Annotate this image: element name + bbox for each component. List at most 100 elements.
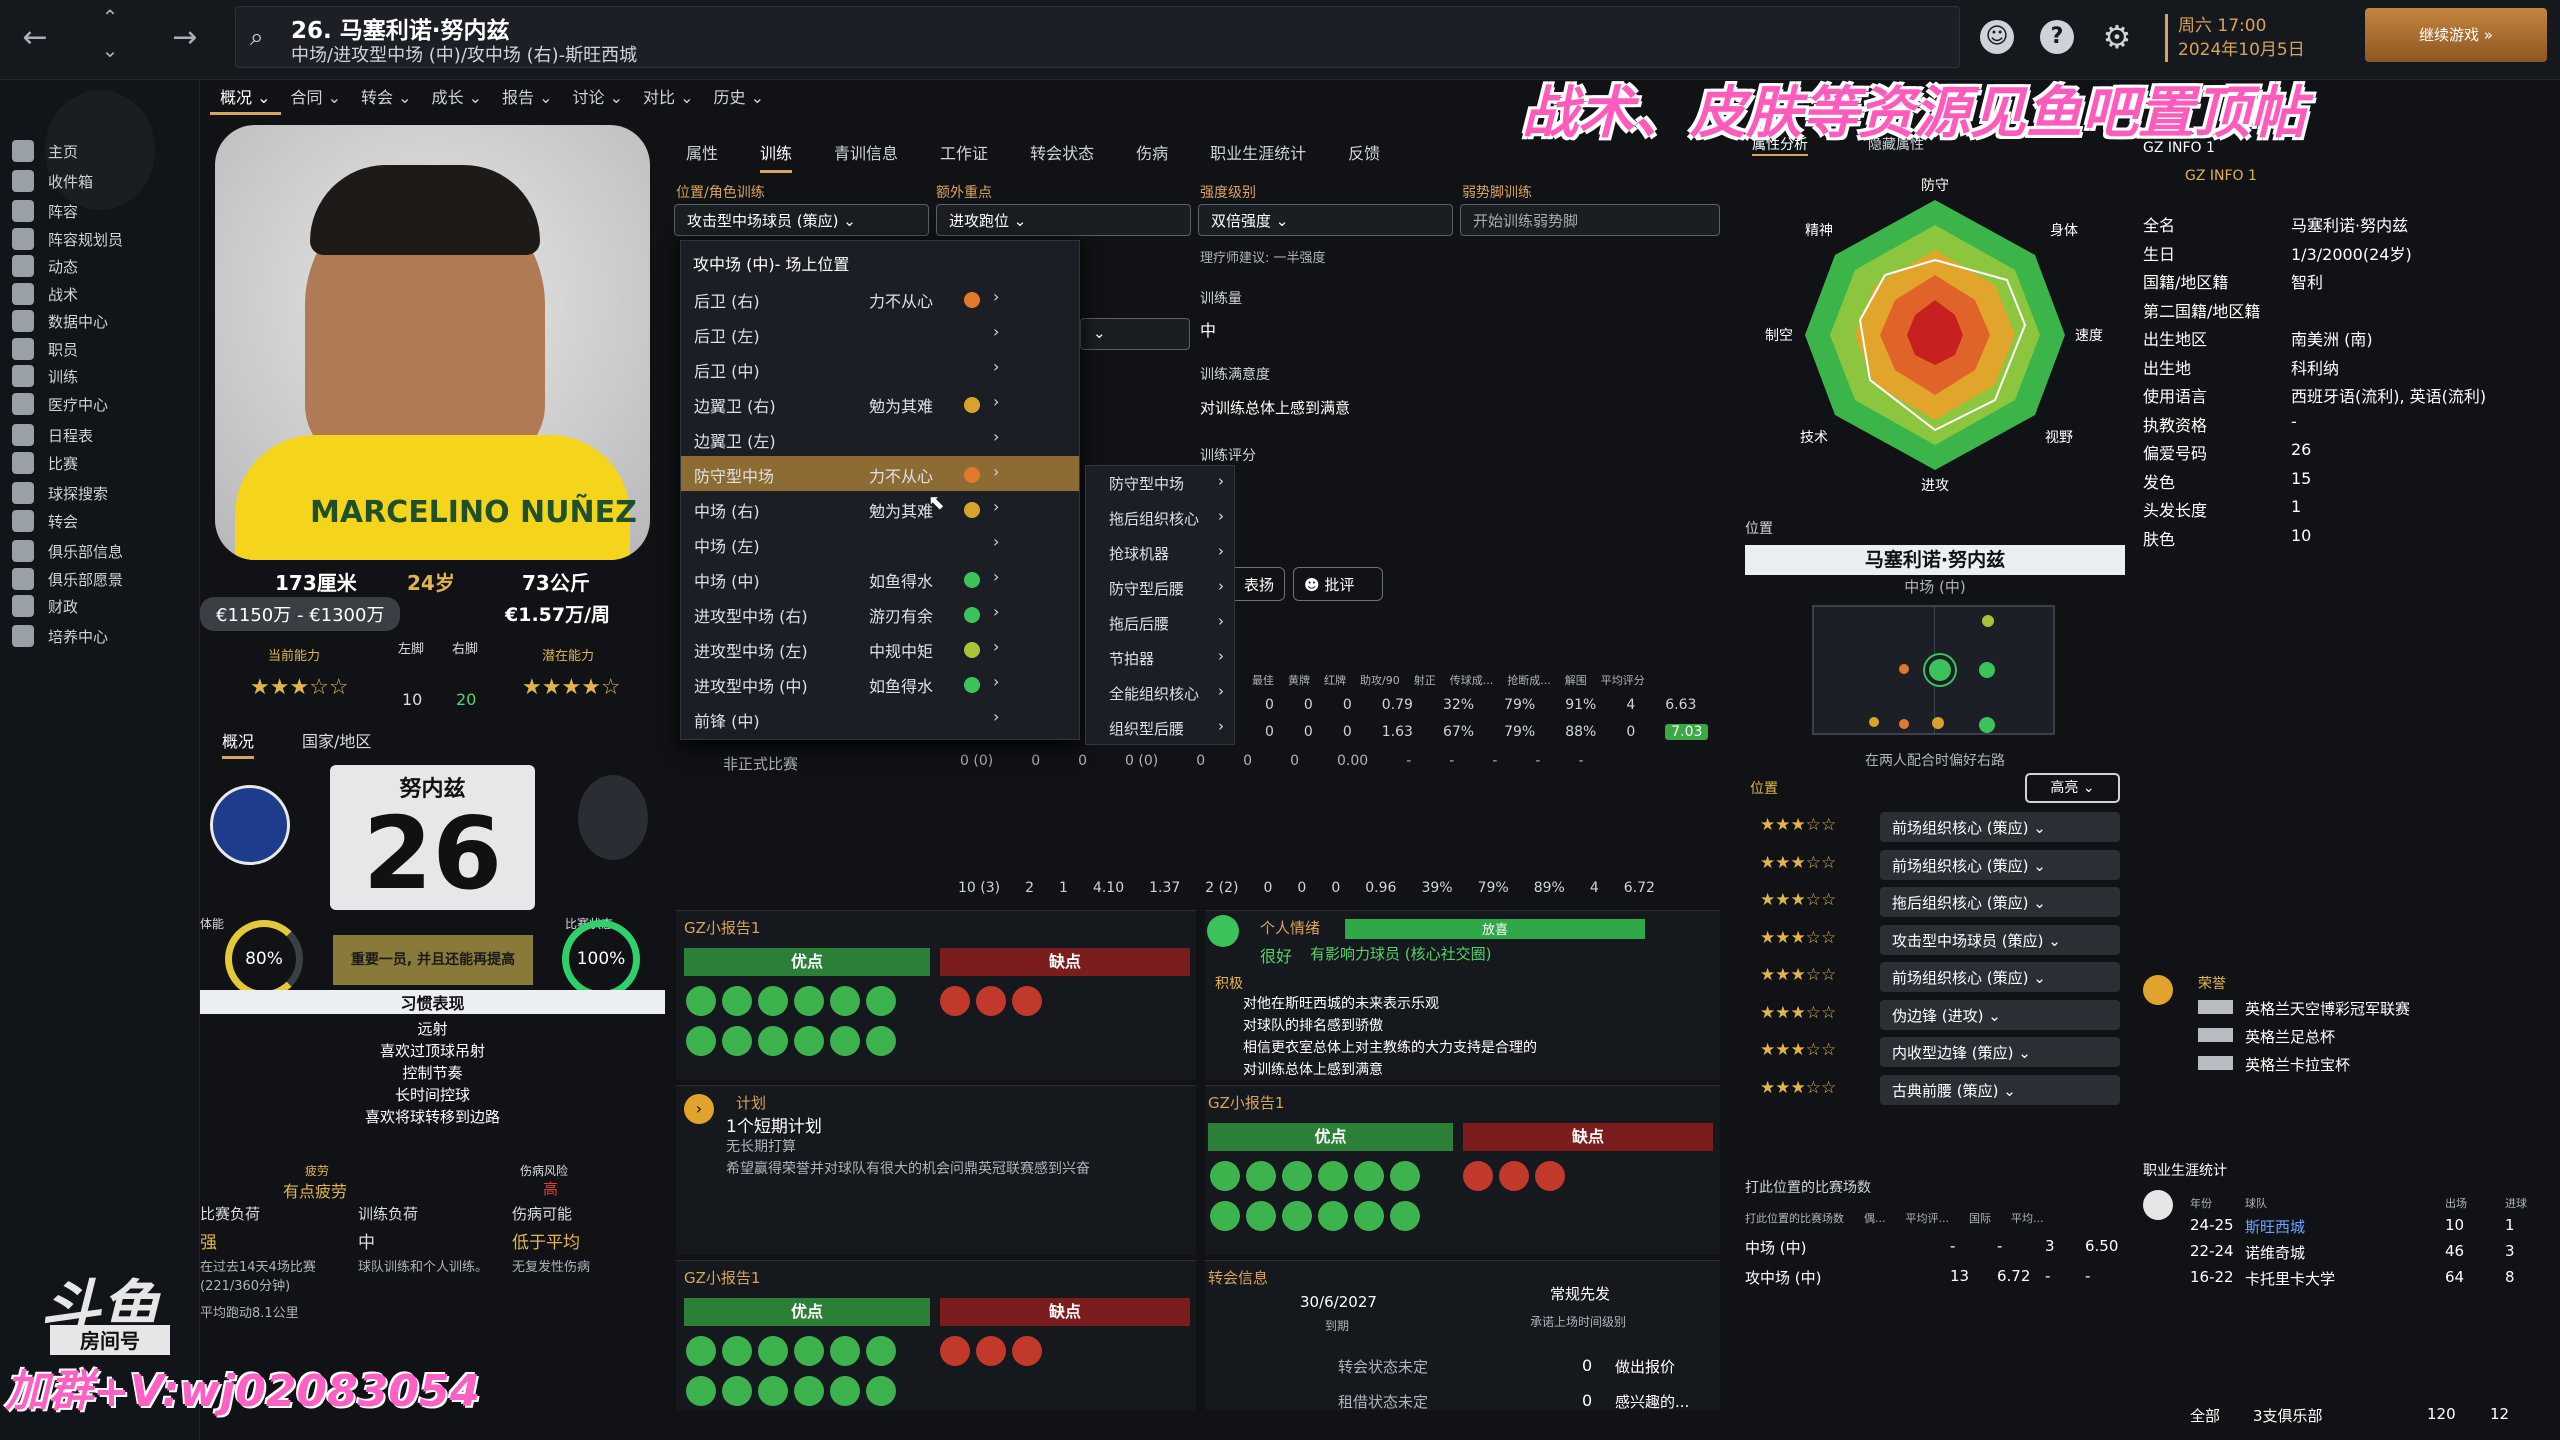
- role-submenu[interactable]: 防守型中场 › 拖后组织核心 › 抢球机器 › 防守型后腰 › 拖后后腰 › 节拍器 › 全能组织核心 ›…: [1085, 465, 1235, 745]
- dropdown-item[interactable]: 后卫 (左) ›: [681, 316, 1079, 351]
- sidebar-item[interactable]: 培养中心: [12, 618, 197, 654]
- report-2-title[interactable]: GZ小报告1: [1208, 1092, 1284, 1113]
- brain-icon[interactable]: ☺: [1980, 20, 2014, 54]
- dropdown-item[interactable]: 边翼卫 (左) ›: [681, 421, 1079, 456]
- gzinfo-sub[interactable]: GZ INFO 1: [2185, 168, 2257, 184]
- plan-title[interactable]: 计划: [736, 1092, 766, 1113]
- menu-item[interactable]: 历史 ⌄: [704, 80, 775, 112]
- dropdown-item[interactable]: 后卫 (右) 力不从心 ›: [681, 281, 1079, 316]
- subtab-item[interactable]: 属性: [686, 140, 718, 164]
- menu-item[interactable]: 转会 ⌄: [351, 80, 422, 112]
- intensity-select[interactable]: 双倍强度 ⌄: [1198, 204, 1453, 236]
- role-note: 重要一员, 并且还能再提高: [333, 935, 533, 985]
- back-arrow-icon[interactable]: ←: [15, 20, 55, 55]
- load-select[interactable]: ⌄: [1080, 318, 1190, 350]
- tab-nation[interactable]: 国家/地区: [302, 728, 371, 752]
- highlight-select[interactable]: 高亮 ⌄: [2025, 773, 2120, 803]
- menu-item[interactable]: 讨论 ⌄: [563, 80, 634, 112]
- dropdown-item[interactable]: 防守型中场 力不从心 ›: [681, 456, 1079, 491]
- dropdown-item[interactable]: 中场 (中) 如鱼得水 ›: [681, 561, 1079, 596]
- tired-label: 疲劳: [305, 1164, 330, 1178]
- submenu-item[interactable]: 防守型后腰 ›: [1086, 571, 1234, 606]
- subtab-item[interactable]: 转会状态: [1030, 140, 1094, 164]
- subtab-item[interactable]: 伤病: [1136, 140, 1168, 164]
- role-row[interactable]: ★★★☆☆ 前场组织核心 (策应) ⌄: [1745, 812, 2125, 842]
- submenu-item[interactable]: 全能组织核心 ›: [1086, 676, 1234, 711]
- subtab-item[interactable]: 青训信息: [834, 140, 898, 164]
- menu-item[interactable]: 概况 ⌄: [210, 80, 281, 115]
- sidebar-item-icon: [12, 625, 34, 647]
- submenu-item[interactable]: 拖后后腰 ›: [1086, 606, 1234, 641]
- friendly-row: 0 (0) 0 0 0 (0) 0 0 0 0.00 - - - - -: [960, 753, 1720, 769]
- role-select[interactable]: 前场组织核心 (策应) ⌄: [1880, 962, 2120, 992]
- dropdown-item[interactable]: 前锋 (中) ›: [681, 701, 1079, 736]
- report-3-title[interactable]: GZ小报告1: [684, 1267, 760, 1288]
- role-select[interactable]: 拖后组织核心 (策应) ⌄: [1880, 887, 2120, 917]
- role-select[interactable]: 攻击型中场球员 (策应) ⌄: [1880, 924, 2120, 955]
- pitch-diagram: [1812, 605, 2055, 735]
- position-dropdown[interactable]: 攻中场 (中)- 场上位置 后卫 (右) 力不从心 › 后卫 (左) › 后卫 (中) › 边…: [680, 240, 1080, 740]
- chevron-up-icon[interactable]: ⌃: [90, 5, 130, 29]
- dropdown-item[interactable]: 进攻型中场 (左) 中规中矩 ›: [681, 631, 1079, 666]
- subtab-item[interactable]: 工作证: [940, 140, 988, 164]
- dropdown-item[interactable]: 进攻型中场 (中) 如鱼得水 ›: [681, 666, 1079, 701]
- gear-icon[interactable]: ⚙: [2100, 20, 2134, 54]
- submenu-item[interactable]: 防守型中场 ›: [1086, 466, 1234, 501]
- friendly-cell: -: [1406, 753, 1412, 769]
- role-row[interactable]: ★★★☆☆ 拖后组织核心 (策应) ⌄: [1745, 887, 2125, 917]
- role-row[interactable]: ★★★☆☆ 伪边锋 (进攻) ⌄: [1745, 999, 2125, 1030]
- menu-item[interactable]: 成长 ⌄: [422, 80, 493, 112]
- menu-item[interactable]: 报告 ⌄: [492, 80, 563, 112]
- role-row[interactable]: ★★★☆☆ 前场组织核心 (策应) ⌄: [1745, 849, 2125, 880]
- role-row[interactable]: ★★★☆☆ 攻击型中场球员 (策应) ⌄: [1745, 924, 2125, 955]
- search-bar[interactable]: ⌕ 26. 马塞利诺·努内兹 中场/进攻型中场 (中)/攻中场 (右)-斯旺西城: [235, 6, 1960, 68]
- role-name: 内收型边锋 (策应) ⌄: [1892, 1044, 2031, 1062]
- role-stars: ★★★☆☆: [1760, 927, 1837, 948]
- position-list-label[interactable]: 位置: [1750, 778, 1778, 798]
- menu-item[interactable]: 对比 ⌄: [633, 80, 704, 112]
- role-select[interactable]: 前场组织核心 (策应) ⌄: [1880, 812, 2120, 842]
- criticize-button[interactable]: ☻ 批评: [1293, 567, 1383, 601]
- dropdown-item[interactable]: 中场 (右) 勉为其难 ›: [681, 491, 1079, 526]
- stats-cell: 0: [1265, 724, 1274, 740]
- role-select[interactable]: 内收型边锋 (策应) ⌄: [1880, 1037, 2120, 1067]
- ability-dot: [964, 502, 980, 518]
- chevron-down-icon[interactable]: ⌄: [90, 38, 130, 62]
- role-row[interactable]: ★★★☆☆ 前场组织核心 (策应) ⌄: [1745, 962, 2125, 992]
- role-select[interactable]: 前场组织核心 (策应) ⌄: [1880, 849, 2120, 880]
- subtab-item[interactable]: 反馈: [1348, 140, 1380, 164]
- career-header-cell: 出场: [2445, 1197, 2467, 1210]
- extra-select[interactable]: 进攻跑位 ⌄: [936, 204, 1191, 236]
- dropdown-item[interactable]: 中场 (左) ›: [681, 526, 1079, 561]
- submenu-item[interactable]: 节拍器 ›: [1086, 641, 1234, 676]
- dropdown-item[interactable]: 边翼卫 (右) 勉为其难 ›: [681, 386, 1079, 421]
- tab-overview[interactable]: 概况: [222, 728, 255, 759]
- report-2-cons: 缺点: [1463, 1123, 1713, 1151]
- weak-foot-button[interactable]: 开始训练弱势脚: [1460, 204, 1720, 236]
- mood-list: 对他在斯旺西城的未来表示乐观对球队的排名感到骄傲相信更衣室总体上对主教练的大力支…: [1243, 993, 1537, 1081]
- forward-arrow-icon[interactable]: →: [165, 20, 205, 55]
- injury-note: 无复发性伤病: [512, 1260, 591, 1275]
- role-select[interactable]: 伪边锋 (进攻) ⌄: [1880, 999, 2120, 1030]
- submenu-item[interactable]: 抢球机器 ›: [1086, 536, 1234, 571]
- position-title: 位置: [1745, 521, 1773, 537]
- dropdown-item[interactable]: 进攻型中场 (右) 游刃有余 ›: [681, 596, 1079, 631]
- friendly-cell: -: [1578, 753, 1584, 769]
- continue-button[interactable]: 继续游戏 »: [2365, 8, 2547, 62]
- help-icon[interactable]: ?: [2040, 20, 2074, 54]
- role-row[interactable]: ★★★☆☆ 内收型边锋 (策应) ⌄: [1745, 1037, 2125, 1067]
- submenu-item[interactable]: 拖后组织核心 ›: [1086, 501, 1234, 536]
- submenu-item[interactable]: 组织型后腰 ›: [1086, 711, 1234, 746]
- info-row: 头发长度 1: [2143, 497, 2543, 525]
- menu-item[interactable]: 合同 ⌄: [281, 80, 352, 112]
- transfer-title[interactable]: 转会信息: [1208, 1267, 1268, 1288]
- dropdown-item[interactable]: 后卫 (中) ›: [681, 351, 1079, 386]
- role-select[interactable]: 古典前腰 (策应) ⌄: [1880, 1074, 2120, 1105]
- subtab-item[interactable]: 训练: [760, 140, 793, 173]
- role-row[interactable]: ★★★☆☆ 古典前腰 (策应) ⌄: [1745, 1074, 2125, 1105]
- info-key: 国籍/地区籍: [2143, 273, 2229, 292]
- subtab-item[interactable]: 职业生涯统计: [1210, 140, 1306, 164]
- personal-title[interactable]: 个人情绪: [1260, 917, 1320, 938]
- report-1-title[interactable]: GZ小报告1: [684, 917, 760, 938]
- role-select[interactable]: 攻击型中场球员 (策应) ⌄: [674, 204, 929, 236]
